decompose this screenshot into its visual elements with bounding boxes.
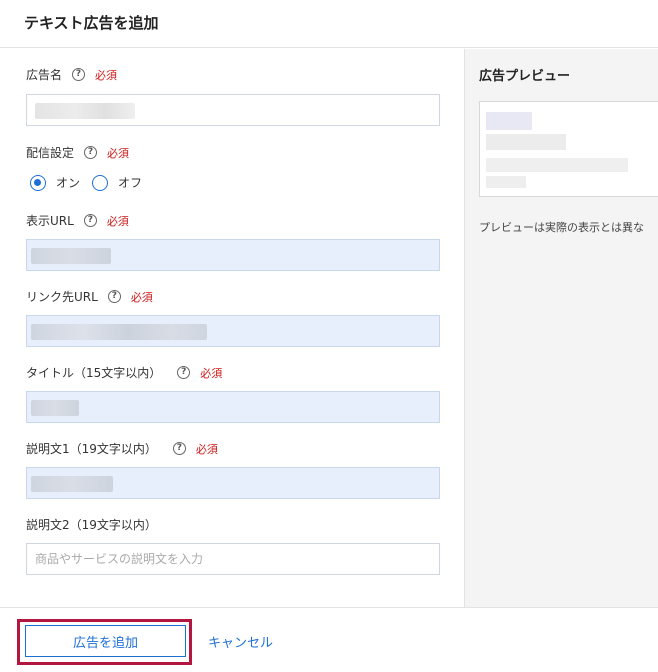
title-label: タイトル（15文字以内） <box>26 366 162 380</box>
title-field[interactable] <box>26 391 440 423</box>
link-url-label-row: リンク先URL ? 必須 <box>26 288 153 305</box>
preview-title: 広告プレビュー <box>479 69 571 84</box>
redacted-text <box>31 248 111 264</box>
display-url-field[interactable] <box>26 239 440 271</box>
required-badge: 必須 <box>107 146 130 160</box>
cancel-link[interactable]: キャンセル <box>208 632 273 651</box>
delivery-label: 配信設定 <box>26 146 75 160</box>
delivery-on-radio[interactable] <box>30 174 46 191</box>
desc2-field[interactable] <box>26 543 440 575</box>
dialog-title: テキスト広告を追加 <box>24 14 159 32</box>
ad-name-label: 広告名 <box>26 68 63 82</box>
desc1-field[interactable] <box>26 467 440 499</box>
dialog-footer: 広告を追加 キャンセル <box>0 607 658 672</box>
help-icon[interactable]: ? <box>172 442 186 455</box>
help-icon[interactable]: ? <box>107 290 121 303</box>
required-badge: 必須 <box>106 214 129 228</box>
ad-form: 広告名 ? 必須 配信設定 ? 必須 オン オフ 表示URL ? 必須 リンク先… <box>0 49 464 607</box>
delivery-on-label[interactable]: オン <box>56 174 80 191</box>
delivery-label-row: 配信設定 ? 必須 <box>26 144 129 161</box>
redacted-text <box>31 324 207 340</box>
redacted-preview-line <box>486 176 526 188</box>
redacted-text <box>31 476 113 492</box>
preview-panel: 広告プレビュー プレビューは実際の表示とは異な <box>464 49 658 607</box>
required-badge: 必須 <box>130 290 153 304</box>
help-icon[interactable]: ? <box>177 366 191 379</box>
preview-note: プレビューは実際の表示とは異な <box>479 221 644 234</box>
link-url-field[interactable] <box>26 315 440 347</box>
preview-box <box>479 101 658 197</box>
delivery-radio-group: オン オフ <box>30 174 154 191</box>
redacted-preview-line <box>486 158 628 172</box>
redacted-preview-line <box>486 134 566 150</box>
desc2-input[interactable] <box>27 544 439 574</box>
help-icon[interactable]: ? <box>84 146 98 159</box>
ad-name-field[interactable] <box>26 94 440 126</box>
ad-name-label-row: 広告名 ? 必須 <box>26 66 117 83</box>
required-badge: 必須 <box>95 68 118 82</box>
title-input[interactable] <box>27 392 439 422</box>
desc2-label-row: 説明文2（19文字以内） <box>26 516 157 533</box>
link-url-label: リンク先URL <box>26 290 98 304</box>
add-ad-button[interactable]: 広告を追加 <box>25 625 186 657</box>
required-badge: 必須 <box>200 366 223 380</box>
title-label-row: タイトル（15文字以内） ? 必須 <box>26 364 222 381</box>
display-url-label-row: 表示URL ? 必須 <box>26 212 129 229</box>
redacted-text <box>31 400 79 416</box>
required-badge: 必須 <box>195 442 218 456</box>
redacted-preview-line <box>486 112 532 130</box>
desc2-label: 説明文2（19文字以内） <box>26 518 157 532</box>
help-icon[interactable]: ? <box>72 68 86 81</box>
delivery-off-radio[interactable] <box>92 174 109 191</box>
display-url-label: 表示URL <box>26 214 74 228</box>
desc1-label-row: 説明文1（19文字以内） ? 必須 <box>26 440 218 457</box>
delivery-off-label[interactable]: オフ <box>118 174 142 191</box>
desc1-label: 説明文1（19文字以内） <box>26 442 157 456</box>
redacted-text <box>35 103 135 119</box>
help-icon[interactable]: ? <box>83 214 97 227</box>
dialog-header: テキスト広告を追加 <box>0 0 658 48</box>
